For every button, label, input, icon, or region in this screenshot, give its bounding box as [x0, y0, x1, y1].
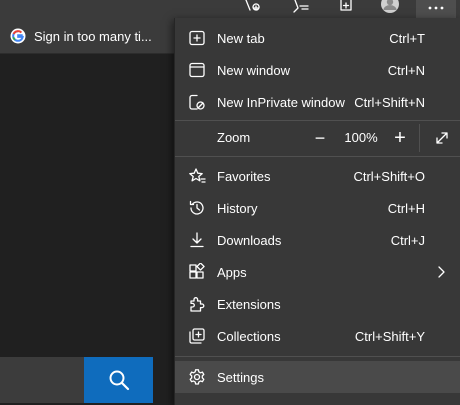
inprivate-icon: [187, 92, 207, 112]
menu-item-shortcut: Ctrl+J: [390, 232, 425, 248]
menu-item-new-tab[interactable]: New tab Ctrl+T: [175, 22, 460, 54]
menu-item-label: New window: [217, 62, 290, 78]
zoom-control: Zoom − 100% +: [175, 120, 460, 156]
menu-item-downloads[interactable]: Downloads Ctrl+J: [175, 224, 460, 256]
search-button[interactable]: [84, 357, 153, 403]
menu-item-label: History: [217, 200, 258, 216]
menu-item-extensions[interactable]: Extensions: [175, 288, 460, 320]
profile-avatar[interactable]: [376, 0, 404, 18]
favorite-item[interactable]: Sign in too many ti...: [10, 24, 152, 48]
new-window-icon: [187, 60, 207, 80]
browser-toolbar: [0, 0, 460, 18]
menu-item-apps[interactable]: Apps: [175, 256, 460, 288]
history-icon: [187, 198, 207, 218]
fullscreen-icon: [434, 130, 450, 146]
menu-item-shortcut: Ctrl+H: [387, 200, 425, 216]
favorites-icon: [187, 166, 207, 186]
google-icon: [10, 28, 26, 44]
menu-separator: [175, 156, 460, 157]
favorites-list-icon[interactable]: [286, 0, 316, 18]
new-tab-icon: [187, 28, 207, 48]
download-icon: [187, 230, 207, 250]
menu-item-label: Settings: [217, 369, 264, 385]
menu-item-shortcut: Ctrl+T: [389, 30, 425, 46]
chevron-right-icon: [433, 264, 449, 280]
extensions-icon: [187, 294, 207, 314]
menu-item-shortcut: Ctrl+Shift+N: [354, 94, 425, 110]
gear-icon: [187, 367, 207, 387]
menu-item-label: Extensions: [217, 296, 281, 312]
menu-item-label: Favorites: [217, 168, 271, 184]
menu-item-new-window[interactable]: New window Ctrl+N: [175, 54, 460, 86]
fullscreen-button[interactable]: [430, 126, 454, 150]
menu-item-label: New tab: [217, 30, 265, 46]
menu-item-history[interactable]: History Ctrl+H: [175, 192, 460, 224]
menu-item-favorites[interactable]: Favorites Ctrl+Shift+O: [175, 160, 460, 192]
menu-item-label: Apps: [217, 264, 247, 280]
collections-icon[interactable]: [332, 0, 360, 18]
menu-item-label: Collections: [217, 328, 281, 344]
menu-item-shortcut: Ctrl+N: [387, 62, 425, 78]
menu-item-label: New InPrivate window: [217, 94, 345, 110]
minus-icon: −: [314, 128, 326, 148]
settings-menu: New tab Ctrl+T New window Ctrl+N New InP…: [174, 18, 460, 405]
settings-and-more-button[interactable]: [416, 0, 456, 18]
search-icon: [108, 369, 130, 391]
apps-icon: [187, 262, 207, 282]
menu-item-settings[interactable]: Settings: [175, 361, 460, 393]
zoom-out-button[interactable]: −: [308, 126, 332, 150]
favorite-item-label: Sign in too many ti...: [34, 28, 152, 44]
add-favorite-icon[interactable]: [240, 0, 266, 18]
menu-item-new-inprivate-window[interactable]: New InPrivate window Ctrl+Shift+N: [175, 86, 460, 118]
menu-separator: [175, 356, 460, 357]
zoom-label: Zoom: [217, 130, 251, 145]
menu-item-label: Downloads: [217, 232, 282, 248]
zoom-in-button[interactable]: +: [388, 126, 412, 150]
collections-icon: [187, 326, 207, 346]
zoom-divider: [419, 124, 420, 152]
menu-item-collections[interactable]: Collections Ctrl+Shift+Y: [175, 320, 460, 352]
plus-icon: +: [394, 127, 406, 149]
zoom-level: 100%: [344, 130, 378, 145]
menu-item-shortcut: Ctrl+Shift+O: [353, 168, 425, 184]
search-input[interactable]: [0, 357, 84, 403]
menu-item-shortcut: Ctrl+Shift+Y: [354, 328, 425, 344]
